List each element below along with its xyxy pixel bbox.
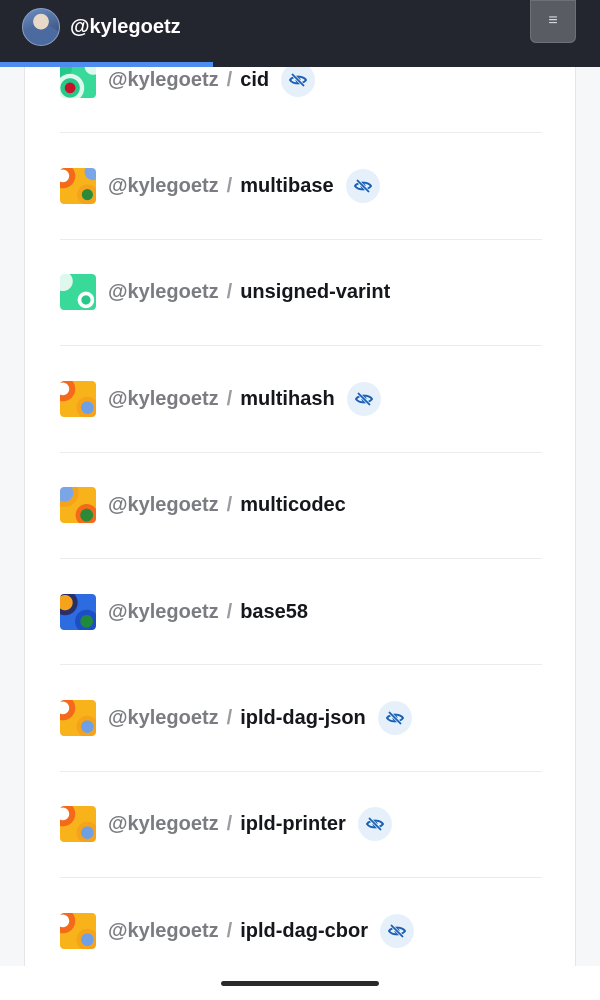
repo-name[interactable]: cid [240,67,269,93]
eye-slash-icon [385,711,404,726]
repo-avatar-icon [60,168,96,205]
hamburger-icon: ≡ [548,12,558,29]
repo-owner[interactable]: @kylegoetz [108,811,219,837]
repo-owner[interactable]: @kylegoetz [108,705,219,731]
repo-owner[interactable]: @kylegoetz [108,67,219,93]
repo-path-separator: / [226,494,233,517]
repo-row[interactable]: @kylegoetz / base58 [60,559,542,666]
repo-name[interactable]: base58 [240,599,308,625]
repo-path-separator: / [226,68,233,91]
repo-list-card: @kylegoetz / cid @kylegoetz / multibase @kyleg… [24,67,576,967]
repo-avatar-icon [60,806,96,843]
repo-owner[interactable]: @kylegoetz [108,492,219,518]
repo-avatar-icon [60,380,96,417]
private-badge [281,67,316,97]
private-badge [379,914,414,949]
menu-button[interactable]: ≡ [530,0,576,43]
repo-name[interactable]: multibase [240,173,333,199]
repo-path-separator: / [226,387,233,410]
repo-avatar-icon [60,913,96,950]
repo-list: @kylegoetz / cid @kylegoetz / multibase @kyleg… [60,67,542,967]
eye-slash-icon [353,179,372,194]
private-badge [377,701,412,736]
profile-username: @kylegoetz [70,16,181,38]
eye-slash-icon [289,72,308,87]
repo-path-separator: / [226,813,233,836]
repo-avatar-icon [60,700,96,737]
repo-name[interactable]: ipld-printer [240,811,346,837]
repo-row[interactable]: @kylegoetz / ipld-dag-cbor [60,878,542,967]
eye-slash-icon [387,924,406,939]
repo-owner[interactable]: @kylegoetz [108,918,219,944]
repo-row[interactable]: @kylegoetz / multibase [60,133,542,240]
repo-row[interactable]: @kylegoetz / unsigned-varint [60,240,542,347]
repo-name[interactable]: multihash [240,386,334,412]
repo-name[interactable]: ipld-dag-cbor [240,918,368,944]
repo-path-separator: / [226,920,233,943]
private-badge [357,807,392,842]
bottom-safe-area [0,966,600,1000]
repo-path-separator: / [226,600,233,623]
home-indicator[interactable] [221,981,379,986]
repo-avatar-icon [60,487,96,524]
repo-owner[interactable]: @kylegoetz [108,173,219,199]
repo-name[interactable]: ipld-dag-json [240,705,366,731]
top-bar: @kylegoetz ≡ [0,0,600,67]
repo-row[interactable]: @kylegoetz / ipld-dag-json [60,665,542,772]
repo-row[interactable]: @kylegoetz / multicodec [60,453,542,559]
user-avatar[interactable] [22,8,60,46]
repo-avatar-icon [60,274,96,311]
repo-row[interactable]: @kylegoetz / cid [60,67,542,134]
private-badge [345,169,380,204]
repo-owner[interactable]: @kylegoetz [108,599,219,625]
private-badge [346,381,381,416]
repo-name[interactable]: multicodec [240,492,346,518]
repo-avatar-icon [60,67,96,98]
eye-slash-icon [354,391,373,406]
repo-avatar-icon [60,593,96,630]
repo-row[interactable]: @kylegoetz / ipld-printer [60,772,542,879]
repo-path-separator: / [226,175,233,198]
eye-slash-icon [365,817,384,832]
repo-name[interactable]: unsigned-varint [240,279,390,305]
repo-owner[interactable]: @kylegoetz [108,386,219,412]
repo-path-separator: / [226,707,233,730]
repo-path-separator: / [226,281,233,304]
repo-row[interactable]: @kylegoetz / multihash [60,346,542,453]
repo-owner[interactable]: @kylegoetz [108,279,219,305]
